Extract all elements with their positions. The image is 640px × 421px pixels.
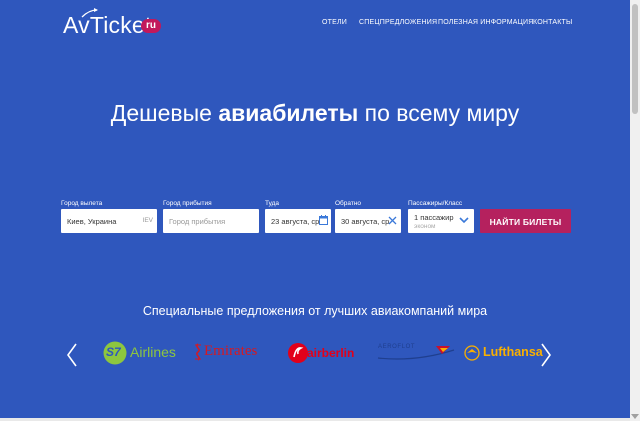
pax-label: Пассажиры/Класс xyxy=(408,200,463,207)
airline-lufthansa[interactable]: Lufthansa xyxy=(464,341,544,365)
nav-hotels[interactable]: ОТЕЛИ xyxy=(322,19,347,26)
to-placeholder: Город прибытия xyxy=(169,217,226,226)
nav-special-offers[interactable]: СПЕЦПРЕДЛОЖЕНИЯ xyxy=(359,19,437,26)
search-button[interactable]: НАЙТИ БИЛЕТЫ xyxy=(480,209,571,233)
logo-badge: ru xyxy=(141,19,161,33)
to-field[interactable]: Город прибытия xyxy=(163,209,259,233)
airline-emirates[interactable]: Emirates xyxy=(193,341,273,365)
return-label: Обратно xyxy=(335,200,362,207)
pax-value: 1 пассажир xyxy=(414,213,454,222)
airline-s7[interactable]: S7 Airlines xyxy=(103,341,181,365)
emirates-text: Emirates xyxy=(204,343,258,359)
class-value: эконом xyxy=(414,223,436,230)
depart-label: Туда xyxy=(265,200,280,207)
calendar-icon[interactable] xyxy=(319,215,328,225)
to-label: Город прибытия xyxy=(163,200,212,207)
lufthansa-logo xyxy=(464,345,480,361)
from-field[interactable]: Киев, Украина IEV xyxy=(61,209,157,233)
depart-value: 23 августа, ср xyxy=(271,217,320,226)
depart-field[interactable]: 23 августа, ср xyxy=(265,209,331,233)
chevron-down-icon[interactable] xyxy=(459,217,469,224)
return-field[interactable]: 30 августа, ср xyxy=(335,209,401,233)
s7-text: Airlines xyxy=(130,344,176,360)
aeroflot-text: AEROFLOT xyxy=(378,344,416,350)
airberlin-text: airberlin xyxy=(307,346,355,360)
nav-useful-info[interactable]: ПОЛЕЗНАЯ ИНФОРМАЦИЯ xyxy=(438,19,533,26)
scroll-down-icon[interactable] xyxy=(631,414,639,419)
scrollbar[interactable] xyxy=(630,0,640,421)
logo-text: AvTicket xyxy=(63,12,152,38)
airline-airberlin[interactable]: airberlin xyxy=(287,341,359,365)
airline-aeroflot[interactable]: AEROFLOT xyxy=(376,341,456,365)
plane-icon xyxy=(81,8,98,18)
pax-field[interactable]: 1 пассажир эконом xyxy=(408,209,474,233)
partners-title: Специальные предложения от лучших авиако… xyxy=(142,304,488,318)
from-code: IEV xyxy=(142,217,153,224)
close-icon[interactable] xyxy=(388,216,397,225)
lufthansa-text: Lufthansa xyxy=(483,345,543,359)
s7-mark: S7 xyxy=(106,345,121,359)
arrow-left-icon[interactable] xyxy=(66,343,78,367)
from-label: Город вылета xyxy=(61,200,103,207)
scrollbar-thumb[interactable] xyxy=(632,4,638,114)
nav-contacts[interactable]: КОНТАКТЫ xyxy=(533,19,572,26)
page: AvTicket ru ОТЕЛИ СПЕЦПРЕДЛОЖЕНИЯ ПОЛЕЗН… xyxy=(0,0,630,421)
return-value: 30 августа, ср xyxy=(341,217,390,226)
emirates-emblem xyxy=(195,343,201,361)
from-value: Киев, Украина xyxy=(67,217,117,226)
hero-title: Дешевые авиабилеты по всему миру xyxy=(110,100,520,126)
